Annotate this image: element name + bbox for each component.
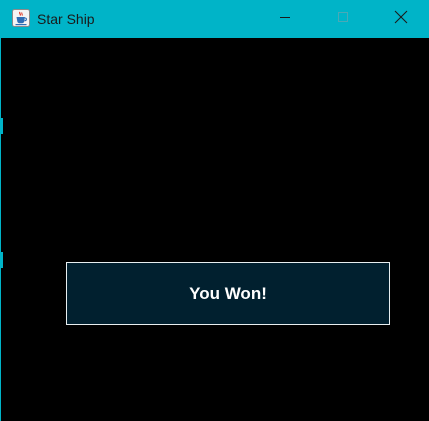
maximize-icon — [337, 10, 349, 28]
minimize-button[interactable] — [256, 0, 314, 38]
maximize-button[interactable] — [314, 0, 372, 38]
close-icon — [394, 10, 408, 29]
window-title: Star Ship — [37, 11, 95, 27]
app-window: Star Ship You Won! — [0, 0, 429, 421]
title-bar[interactable]: Star Ship — [1, 0, 429, 38]
java-coffee-cup-icon[interactable] — [12, 9, 30, 27]
close-button[interactable] — [372, 0, 429, 38]
game-canvas[interactable]: You Won! — [2, 38, 429, 421]
game-message: You Won! — [189, 283, 267, 303]
game-message-box: You Won! — [66, 262, 390, 325]
window-edge-mark — [1, 118, 3, 134]
minimize-icon — [279, 10, 291, 28]
window-edge-mark — [1, 252, 3, 268]
